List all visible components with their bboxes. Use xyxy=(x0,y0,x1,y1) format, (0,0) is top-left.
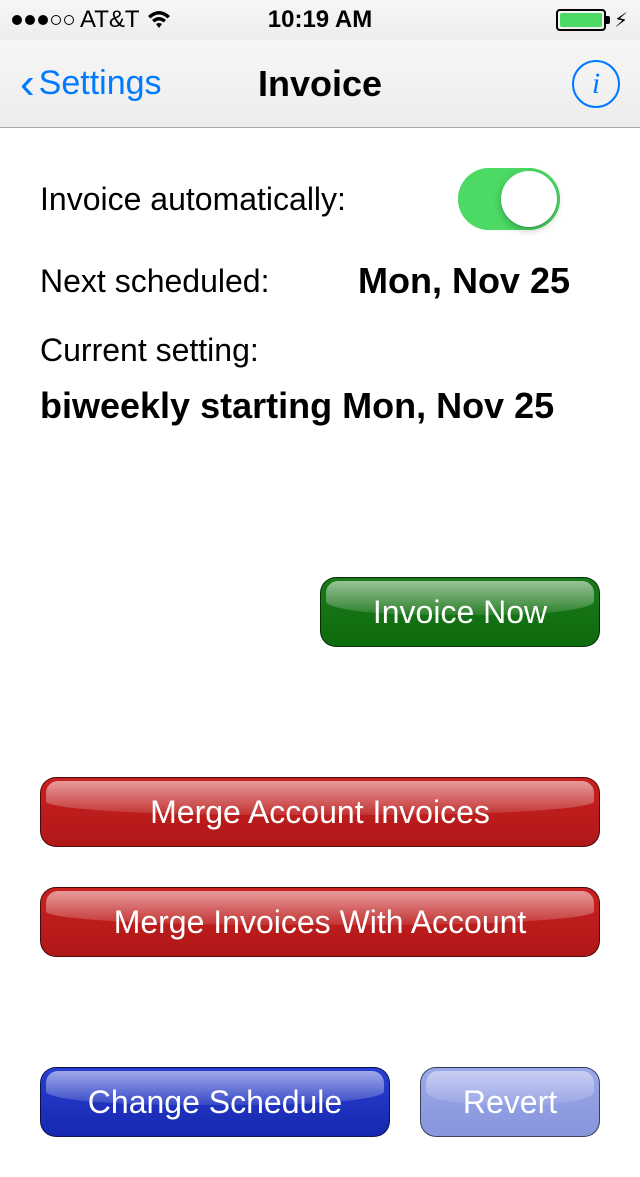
auto-invoice-label: Invoice automatically: xyxy=(40,181,346,218)
charging-icon: ⚡︎ xyxy=(614,8,628,33)
wifi-icon xyxy=(146,10,172,30)
signal-strength-icon xyxy=(12,15,74,25)
revert-button[interactable]: Revert xyxy=(420,1067,600,1137)
battery-icon xyxy=(556,9,606,31)
carrier-label: AT&T xyxy=(80,6,140,34)
button-label: Merge Invoices With Account xyxy=(114,904,527,941)
change-schedule-button[interactable]: Change Schedule xyxy=(40,1067,390,1137)
button-label: Change Schedule xyxy=(88,1084,342,1121)
toggle-knob xyxy=(501,171,557,227)
chevron-left-icon: ‹ xyxy=(20,62,35,106)
info-button[interactable]: i xyxy=(572,60,620,108)
invoice-now-button[interactable]: Invoice Now xyxy=(320,577,600,647)
merge-account-invoices-button[interactable]: Merge Account Invoices xyxy=(40,777,600,847)
next-scheduled-value: Mon, Nov 25 xyxy=(358,260,600,302)
status-bar: AT&T 10:19 AM ⚡︎ xyxy=(0,0,640,40)
button-label: Merge Account Invoices xyxy=(150,794,490,831)
merge-invoices-with-account-button[interactable]: Merge Invoices With Account xyxy=(40,887,600,957)
auto-invoice-toggle[interactable] xyxy=(458,168,560,230)
button-label: Invoice Now xyxy=(373,594,547,631)
page-title: Invoice xyxy=(258,63,382,105)
info-icon: i xyxy=(592,67,600,101)
nav-bar: ‹ Settings Invoice i xyxy=(0,40,640,128)
current-setting-label: Current setting: xyxy=(40,332,259,369)
button-label: Revert xyxy=(463,1084,557,1121)
status-time: 10:19 AM xyxy=(268,6,372,34)
back-label: Settings xyxy=(39,64,162,103)
schedule-value: biweekly starting Mon, Nov 25 xyxy=(40,385,600,427)
next-scheduled-label: Next scheduled: xyxy=(40,263,269,300)
back-button[interactable]: ‹ Settings xyxy=(20,62,162,106)
